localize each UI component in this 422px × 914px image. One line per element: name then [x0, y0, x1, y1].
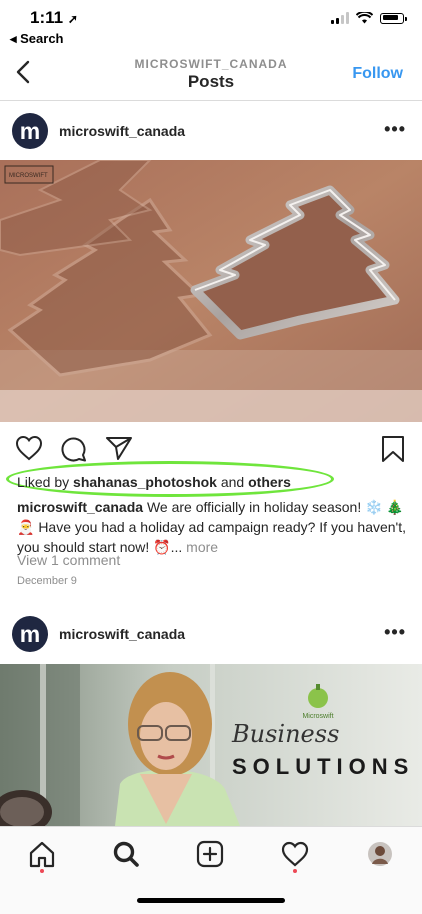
tab-add[interactable]: [193, 837, 227, 871]
likes-prefix: Liked by: [17, 474, 74, 490]
avatar[interactable]: m: [12, 616, 48, 652]
post-username[interactable]: microswift_canada: [59, 123, 185, 139]
search-icon: [113, 841, 139, 867]
tab-search[interactable]: [109, 837, 143, 871]
post-caption: microswift_canada We are officially in h…: [17, 497, 409, 557]
bookmark-icon[interactable]: [380, 435, 406, 463]
home-indicator: [137, 898, 285, 903]
post-date: December 9: [17, 575, 77, 587]
back-to-search[interactable]: ◂ Search: [10, 31, 64, 47]
signal-icon: [331, 12, 349, 24]
more-options-icon[interactable]: •••: [384, 622, 406, 643]
caption-more-link[interactable]: more: [182, 539, 218, 555]
headline-text: SOLUTIONS: [232, 754, 414, 779]
share-icon[interactable]: [105, 435, 133, 461]
post-image[interactable]: Microswift Business SOLUTIONS: [0, 664, 422, 826]
tab-profile[interactable]: [363, 837, 397, 871]
comment-icon[interactable]: [60, 435, 88, 463]
tab-activity[interactable]: [278, 837, 312, 871]
header-divider: [0, 100, 422, 101]
status-icons: [331, 12, 407, 24]
follow-button[interactable]: Follow: [352, 65, 403, 83]
wifi-icon: [356, 12, 373, 24]
activity-notification-dot: [293, 869, 297, 873]
home-notification-dot: [40, 869, 44, 873]
script-text: Business: [231, 720, 339, 748]
likes-others-link[interactable]: others: [248, 474, 291, 490]
likes-text: Liked by shahanas_photoshok and others: [17, 474, 291, 490]
tab-home[interactable]: [25, 837, 59, 871]
caption-username[interactable]: microswift_canada: [17, 499, 143, 515]
heart-icon: [281, 841, 309, 867]
liker-username[interactable]: shahanas_photoshok: [73, 474, 217, 490]
logo-text: Microswift: [302, 713, 333, 720]
like-heart-icon[interactable]: [15, 435, 43, 461]
post-username[interactable]: microswift_canada: [59, 626, 185, 642]
view-comments-link[interactable]: View 1 comment: [17, 552, 120, 568]
status-time: 1:11 ➚: [30, 8, 78, 27]
add-icon: [196, 840, 224, 868]
battery-icon: [380, 12, 407, 24]
home-icon: [29, 841, 55, 868]
likes-middle: and: [216, 474, 249, 490]
avatar[interactable]: m: [12, 113, 48, 149]
image-watermark: MICROSWIFT: [9, 173, 48, 179]
more-options-icon[interactable]: •••: [384, 119, 406, 140]
profile-icon: [368, 842, 392, 866]
post-image[interactable]: MICROSWIFT: [0, 160, 422, 422]
